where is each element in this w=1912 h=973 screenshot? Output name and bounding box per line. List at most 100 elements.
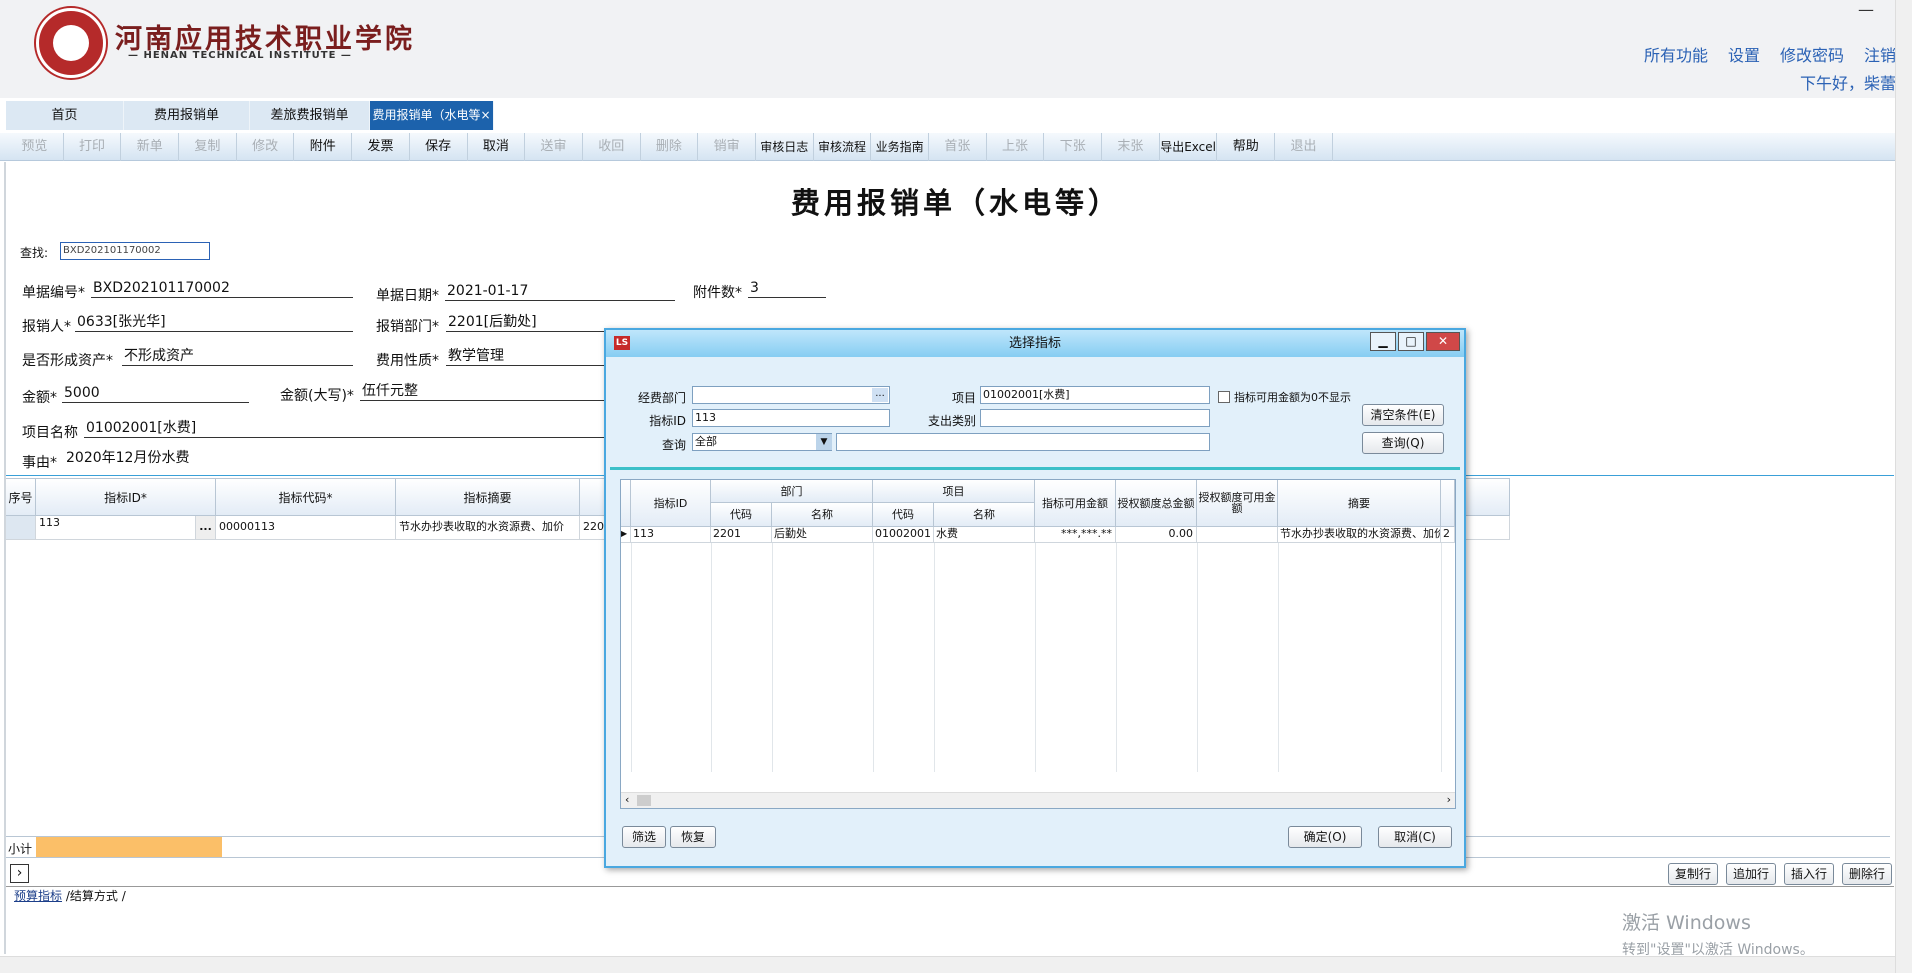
- amount-cn-field[interactable]: 伍仟元整: [360, 382, 606, 401]
- scroll-right-icon[interactable]: ›: [1447, 793, 1451, 806]
- hide-zero-checkbox[interactable]: [1218, 391, 1230, 403]
- cell-available[interactable]: ***,***.**: [1035, 527, 1116, 543]
- toolbar-button-8[interactable]: 取消: [468, 133, 526, 161]
- asset-field[interactable]: 不形成资产: [122, 347, 353, 366]
- greeting: 下午好，柴蕾: [1799, 74, 1896, 93]
- link-settings[interactable]: 设置: [1728, 42, 1760, 66]
- gridline: [711, 543, 712, 772]
- col-dept-code: 代码: [711, 503, 772, 527]
- col-index-summary: 指标摘要: [396, 478, 580, 516]
- fund-dept-input[interactable]: [692, 386, 890, 404]
- query-text-input[interactable]: [836, 433, 1210, 451]
- filter-button[interactable]: 筛选: [622, 826, 666, 848]
- doc-no-field[interactable]: BXD202101170002: [91, 279, 353, 298]
- minimize-icon[interactable]: ▁: [1370, 332, 1396, 351]
- cell-proj-name[interactable]: 水费: [934, 527, 1035, 543]
- project-field[interactable]: 01002001[水费]: [84, 419, 606, 438]
- cell-index-summary[interactable]: 节水办抄表收取的水资源费、加价: [396, 516, 580, 540]
- append-row-button[interactable]: 追加行: [1725, 863, 1776, 885]
- cell-dept-name[interactable]: 后勤处: [772, 527, 873, 543]
- tab-budget-index[interactable]: 预算指标: [14, 889, 62, 903]
- expand-icon[interactable]: ›: [10, 864, 29, 883]
- subtotal-label: 小计: [8, 842, 33, 856]
- insert-row-button[interactable]: 插入行: [1783, 863, 1834, 885]
- tab-home[interactable]: 首页: [6, 101, 124, 130]
- cell-summary[interactable]: 节水办抄表收取的水资源费、加价水费、超计划水费: [1278, 527, 1441, 543]
- minimize-icon[interactable]: —: [1858, 0, 1874, 19]
- search-label: 查找:: [20, 246, 49, 260]
- close-icon[interactable]: ✕: [1426, 332, 1460, 351]
- vertical-scrollbar[interactable]: [1895, 0, 1912, 973]
- delete-row-button[interactable]: 删除行: [1841, 863, 1892, 885]
- toolbar-button-21[interactable]: 帮助: [1217, 133, 1276, 161]
- search-input[interactable]: BXD202101170002: [60, 242, 210, 260]
- page-title: 费用报销单（水电等）: [790, 186, 1121, 220]
- expense-type-input[interactable]: [980, 409, 1210, 427]
- date-field[interactable]: 2021-01-17: [445, 282, 675, 301]
- cell-auth-avail[interactable]: [1197, 527, 1278, 543]
- chevron-down-icon[interactable]: ▼: [816, 434, 832, 450]
- link-all-functions[interactable]: 所有功能: [1644, 42, 1708, 66]
- windows-watermark: 激活 Windows 转到"设置"以激活 Windows。: [1622, 908, 1814, 959]
- toolbar-button-13[interactable]: 审核日志: [756, 133, 814, 161]
- copy-row-button[interactable]: 复制行: [1667, 863, 1718, 885]
- ellipsis-button[interactable]: ...: [196, 516, 216, 540]
- horizontal-scrollbar[interactable]: [0, 956, 1895, 973]
- tab-expense[interactable]: 费用报销单: [124, 101, 250, 130]
- toolbar-button-5[interactable]: 附件: [294, 133, 353, 161]
- tab-utility-expense[interactable]: 费用报销单（水电等×: [370, 101, 494, 130]
- toolbar-button-20[interactable]: 导出Excel: [1160, 133, 1218, 161]
- top-links: 所有功能 设置 修改密码 注销: [1644, 42, 1896, 66]
- person-field[interactable]: 0633[张光华]: [75, 313, 353, 332]
- cell-auth-total[interactable]: 0.00: [1116, 527, 1197, 543]
- reason-field[interactable]: 2020年12月份水费: [64, 449, 606, 468]
- attach-field[interactable]: 3: [748, 279, 826, 298]
- toolbar-button-2: 新单: [121, 133, 180, 161]
- toolbar-button-16: 首张: [929, 133, 987, 161]
- cell-proj-code[interactable]: 01002001: [873, 527, 934, 543]
- col-proj-name: 名称: [934, 503, 1035, 527]
- toolbar-button-7[interactable]: 保存: [410, 133, 468, 161]
- project-input[interactable]: 01002001[水费]: [980, 386, 1210, 404]
- maximize-icon[interactable]: □: [1398, 332, 1424, 351]
- link-logout[interactable]: 注销: [1864, 42, 1896, 66]
- attach-label: 附件数*: [693, 285, 742, 301]
- close-icon[interactable]: ×: [480, 108, 490, 122]
- dept-field[interactable]: 2201[后勤处]: [446, 313, 606, 332]
- row-indicator[interactable]: [6, 516, 36, 540]
- restore-button[interactable]: 恢复: [670, 826, 716, 848]
- cell-extra[interactable]: 2: [1441, 527, 1455, 543]
- query-select[interactable]: 全部: [692, 433, 832, 451]
- toolbar-button-1: 打印: [64, 133, 122, 161]
- clear-conditions-button[interactable]: 清空条件(E): [1362, 404, 1444, 426]
- bottom-tab-line: [6, 886, 1894, 887]
- ok-button[interactable]: 确定(O): [1288, 826, 1362, 848]
- tab-settlement[interactable]: 结算方式: [70, 889, 118, 903]
- scroll-thumb[interactable]: [637, 795, 651, 806]
- index-id-input[interactable]: 113: [692, 409, 890, 427]
- toolbar-button-6[interactable]: 发票: [352, 133, 410, 161]
- scroll-left-icon[interactable]: ‹: [625, 793, 629, 806]
- ellipsis-button[interactable]: ...: [872, 388, 888, 402]
- index-id-label: 指标ID: [649, 414, 686, 428]
- tab-travel-expense[interactable]: 差旅费报销单: [250, 101, 370, 130]
- cell-index-id[interactable]: 113: [631, 527, 711, 543]
- toolbar: 预览 打印 新单 复制 修改 附件 发票 保存 取消 送审 收回 删除 销审 审核日志 审核流程 业务指南 首张…: [0, 133, 1912, 161]
- row-buttons: 复制行 追加行 插入行 删除行: [1667, 863, 1892, 885]
- reason-label: 事由*: [22, 455, 57, 471]
- toolbar-button-12: 销审: [698, 133, 756, 161]
- link-change-password[interactable]: 修改密码: [1780, 42, 1844, 66]
- col-project: 项目: [873, 480, 1035, 503]
- doc-no-label: 单据编号*: [22, 285, 85, 301]
- cell-dept-code[interactable]: 2201: [711, 527, 772, 543]
- toolbar-button-15[interactable]: 业务指南: [871, 133, 929, 161]
- nature-field[interactable]: 教学管理: [446, 347, 606, 366]
- query-button[interactable]: 查询(Q): [1362, 432, 1444, 454]
- cell-index-code[interactable]: 00000113: [216, 516, 396, 540]
- amount-field[interactable]: 5000: [62, 384, 249, 403]
- horizontal-scrollbar[interactable]: ‹ ›: [621, 792, 1455, 808]
- toolbar-button-11: 删除: [641, 133, 699, 161]
- cancel-button[interactable]: 取消(C): [1378, 826, 1452, 848]
- cell-index-id[interactable]: 113: [36, 516, 196, 540]
- toolbar-button-14[interactable]: 审核流程: [814, 133, 872, 161]
